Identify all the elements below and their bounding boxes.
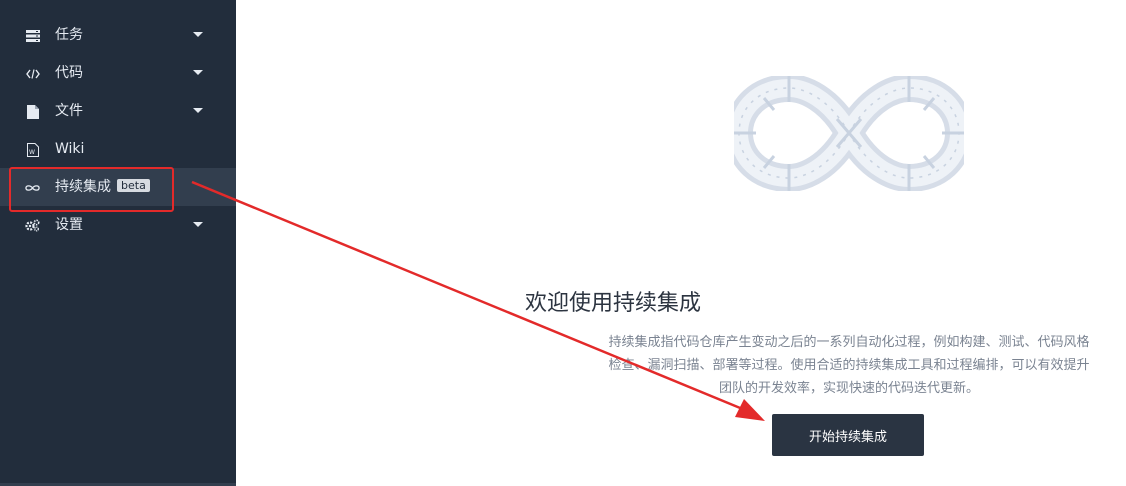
start-ci-button[interactable]: 开始持续集成 bbox=[772, 414, 924, 456]
file-icon bbox=[25, 104, 40, 119]
svg-text:W: W bbox=[29, 149, 35, 156]
sidebar: 任务 代码 文件 W Wiki 持续集成 beta 设置 bbox=[0, 0, 236, 486]
chevron-down-icon bbox=[193, 70, 203, 75]
sidebar-item-files[interactable]: 文件 bbox=[0, 92, 236, 130]
annotation-highlight-box bbox=[9, 167, 174, 212]
sidebar-item-code[interactable]: 代码 bbox=[0, 54, 236, 92]
server-stack-icon bbox=[25, 28, 40, 43]
page-description: 持续集成指代码仓库产生变动之后的一系列自动化过程，例如构建、测试、代码风格检查、… bbox=[608, 335, 1090, 396]
sidebar-item-label: 设置 bbox=[55, 217, 83, 233]
code-icon bbox=[25, 66, 40, 81]
wiki-document-icon: W bbox=[25, 142, 40, 157]
sidebar-item-label: 任务 bbox=[55, 27, 83, 43]
sidebar-item-wiki[interactable]: W Wiki bbox=[0, 130, 236, 168]
chevron-down-icon bbox=[193, 32, 203, 37]
page-title: 欢迎使用持续集成 bbox=[524, 291, 701, 316]
infinity-pipe-illustration bbox=[734, 76, 964, 191]
gears-icon bbox=[25, 218, 40, 233]
chevron-down-icon bbox=[193, 108, 203, 113]
sidebar-item-label: 文件 bbox=[55, 103, 83, 119]
sidebar-item-label: Wiki bbox=[55, 141, 85, 157]
sidebar-item-tasks[interactable]: 任务 bbox=[0, 16, 236, 54]
chevron-down-icon bbox=[193, 222, 203, 227]
sidebar-item-label: 代码 bbox=[55, 65, 83, 81]
